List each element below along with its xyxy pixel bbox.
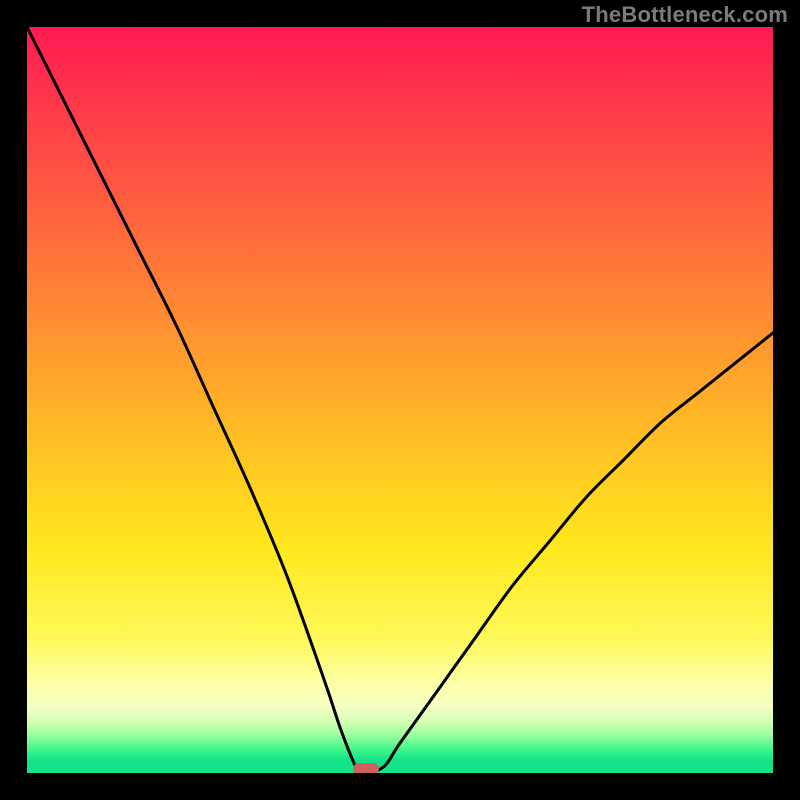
watermark-text: TheBottleneck.com: [582, 2, 788, 28]
optimum-marker: [353, 763, 379, 773]
plot-area: [27, 27, 773, 773]
chart-frame: TheBottleneck.com: [0, 0, 800, 800]
bottleneck-curve: [27, 27, 773, 773]
